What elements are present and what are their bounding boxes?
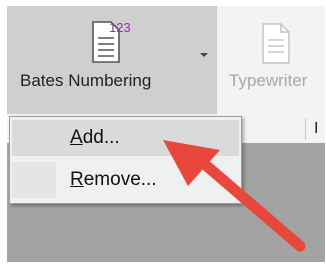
menu-item-gutter [12,120,56,156]
bates-numbering-dropdown-menu: Add... Remove... [9,116,242,204]
menu-item-add-text: dd... [82,127,120,148]
menu-item-add-label: Add... [70,127,120,149]
menu-item-remove-mnemonic: R [70,169,84,190]
menu-item-add-mnemonic: A [70,127,83,148]
menu-item-remove[interactable]: Remove... [12,162,239,198]
typewriter-button-label[interactable]: Typewriter [229,71,307,91]
typewriter-document-icon [262,23,290,64]
caret-down-icon[interactable] [200,53,208,57]
screenshot-region: 123 Bates Numbering Typewriter I Add... … [7,6,325,262]
bates-numbering-button[interactable]: 123 Bates Numbering [7,6,217,114]
bates-icon-number: 123 [109,20,131,35]
ribbon-group-label: I [314,120,319,137]
bates-numbering-document-icon: 123 [92,20,131,63]
bates-numbering-label: Bates Numbering [20,71,152,90]
ribbon-group-divider [305,118,306,140]
menu-item-gutter [12,162,56,198]
menu-item-add[interactable]: Add... [12,120,239,156]
menu-item-remove-text: emove... [83,169,157,190]
menu-item-remove-label: Remove... [70,169,157,191]
